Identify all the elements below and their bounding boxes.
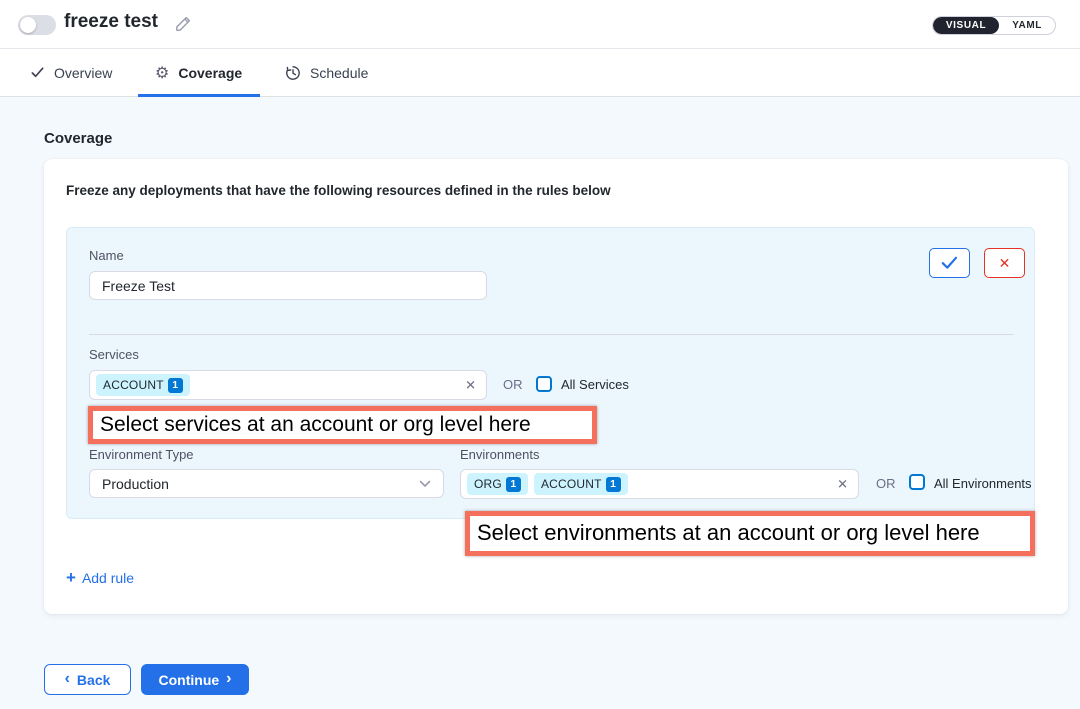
visual-mode-button[interactable]: VISUAL bbox=[933, 17, 999, 34]
environments-clear-icon[interactable]: ✕ bbox=[837, 478, 848, 491]
window-header: freeze test VISUAL YAML bbox=[0, 0, 1080, 49]
tag-label: ACCOUNT bbox=[103, 378, 164, 392]
chevron-down-icon bbox=[419, 480, 431, 488]
back-button-label: Back bbox=[77, 672, 110, 688]
services-account-tag[interactable]: ACCOUNT 1 bbox=[96, 374, 190, 396]
tab-coverage[interactable]: ⚙ Coverage bbox=[155, 49, 242, 96]
tag-count-badge: 1 bbox=[506, 477, 521, 492]
page-title: Coverage bbox=[44, 130, 112, 147]
environment-type-select[interactable]: Production bbox=[89, 469, 444, 498]
environments-label: Environments bbox=[460, 447, 539, 462]
edit-title-icon[interactable] bbox=[174, 15, 192, 33]
tag-count-badge: 1 bbox=[606, 477, 621, 492]
freeze-rule-card: Name ✕ Services ACCOUNT 1 ✕ OR All Servi… bbox=[66, 227, 1035, 519]
x-icon: ✕ bbox=[999, 255, 1011, 272]
confirm-rule-button[interactable] bbox=[929, 248, 970, 278]
coverage-intro-text: Freeze any deployments that have the fol… bbox=[66, 183, 611, 198]
services-or-label: OR bbox=[503, 377, 523, 392]
tab-coverage-label: Coverage bbox=[178, 65, 242, 81]
services-clear-icon[interactable]: ✕ bbox=[465, 379, 476, 392]
rule-divider bbox=[89, 334, 1014, 335]
services-label: Services bbox=[89, 347, 139, 362]
continue-button-label: Continue bbox=[159, 672, 220, 688]
chevron-left-icon: ‹ bbox=[65, 671, 70, 687]
add-rule-button[interactable]: + Add rule bbox=[66, 569, 134, 586]
continue-button[interactable]: Continue › bbox=[141, 664, 249, 695]
name-label: Name bbox=[89, 248, 124, 263]
tag-label: ORG bbox=[474, 477, 502, 491]
environment-type-value: Production bbox=[102, 476, 169, 492]
delete-rule-button[interactable]: ✕ bbox=[984, 248, 1025, 278]
all-environments-label: All Environments bbox=[934, 476, 1032, 491]
active-tab-indicator bbox=[138, 94, 260, 97]
view-mode-switch: VISUAL YAML bbox=[932, 16, 1056, 35]
environment-type-label: Environment Type bbox=[89, 447, 194, 462]
tab-overview[interactable]: Overview bbox=[30, 49, 112, 96]
rule-name-input[interactable] bbox=[89, 271, 487, 300]
environments-multiselect[interactable]: ORG 1 ACCOUNT 1 ✕ bbox=[460, 469, 859, 499]
back-button[interactable]: ‹ Back bbox=[44, 664, 131, 695]
tab-overview-label: Overview bbox=[54, 65, 112, 81]
freeze-title: freeze test bbox=[64, 11, 158, 33]
tag-count-badge: 1 bbox=[168, 378, 183, 393]
all-services-label: All Services bbox=[561, 377, 629, 392]
all-services-checkbox[interactable] bbox=[536, 376, 552, 392]
check-icon bbox=[30, 65, 45, 80]
plus-icon: + bbox=[66, 569, 76, 586]
tab-schedule[interactable]: Schedule bbox=[285, 49, 368, 96]
freeze-enable-toggle[interactable] bbox=[18, 15, 56, 35]
chevron-right-icon: › bbox=[226, 671, 231, 687]
coverage-page: Coverage Freeze any deployments that hav… bbox=[0, 97, 1080, 709]
gear-icon: ⚙ bbox=[155, 65, 169, 81]
environments-annotation-callout: Select environments at an account or org… bbox=[465, 511, 1035, 556]
services-multiselect[interactable]: ACCOUNT 1 ✕ bbox=[89, 370, 487, 400]
environments-org-tag[interactable]: ORG 1 bbox=[467, 473, 528, 495]
all-environments-checkbox[interactable] bbox=[909, 474, 925, 490]
tab-schedule-label: Schedule bbox=[310, 65, 368, 81]
environments-or-label: OR bbox=[876, 476, 896, 491]
freeze-studio-tabbar: Overview ⚙ Coverage Schedule bbox=[0, 49, 1080, 97]
environments-account-tag[interactable]: ACCOUNT 1 bbox=[534, 473, 628, 495]
yaml-mode-button[interactable]: YAML bbox=[999, 17, 1055, 34]
toggle-knob bbox=[20, 17, 36, 33]
clock-refresh-icon bbox=[285, 65, 301, 81]
tag-label: ACCOUNT bbox=[541, 477, 602, 491]
add-rule-label: Add rule bbox=[82, 570, 134, 586]
services-annotation-callout: Select services at an account or org lev… bbox=[88, 406, 597, 444]
